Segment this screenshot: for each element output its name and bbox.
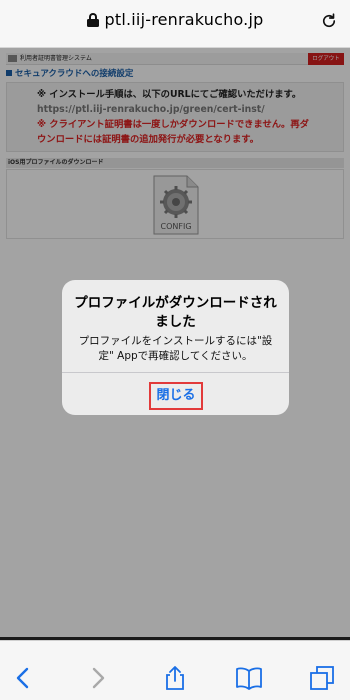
tabs-icon[interactable] [308, 666, 336, 690]
reload-icon[interactable] [320, 12, 338, 30]
alert-divider [62, 372, 289, 373]
close-button[interactable]: 閉じる [149, 382, 203, 410]
browser-toolbar [0, 640, 350, 700]
share-icon[interactable] [161, 666, 189, 690]
alert-title: プロファイルがダウンロードされました [74, 295, 277, 330]
forward-icon[interactable] [83, 666, 111, 690]
url-display[interactable]: ptl.iij-renrakucho.jp [0, 10, 350, 29]
bookmarks-icon[interactable] [235, 666, 263, 690]
download-alert: プロファイルがダウンロードされました プロファイルをインストールするには"設定"… [62, 280, 289, 415]
lock-icon [86, 12, 99, 27]
url-text[interactable]: ptl.iij-renrakucho.jp [105, 10, 264, 29]
address-bar[interactable]: ptl.iij-renrakucho.jp [0, 0, 350, 48]
back-icon[interactable] [10, 666, 38, 690]
alert-message: プロファイルをインストールするには"設定" Appで再確認してください。 [78, 335, 273, 362]
